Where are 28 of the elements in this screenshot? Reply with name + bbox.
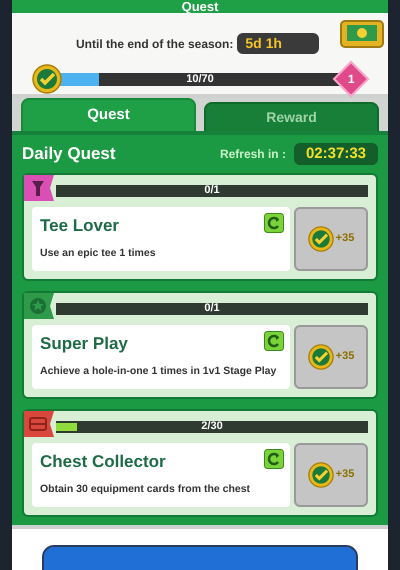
check-coin-icon xyxy=(308,344,334,370)
tier-badge: 1 xyxy=(332,60,370,98)
claim-button[interactable]: +35 xyxy=(294,324,368,388)
refresh-icon[interactable] xyxy=(264,330,284,350)
quest-description: Achieve a hole-in-one 1 times in 1v1 Stage Play xyxy=(40,364,278,379)
action-button[interactable] xyxy=(42,544,358,570)
quest-description: Use an epic tee 1 times xyxy=(40,246,157,261)
refresh-timer: 02:37:33 xyxy=(294,142,378,165)
section-title: Daily Quest xyxy=(22,143,116,165)
quest-title: Tee Lover xyxy=(40,214,120,236)
check-coin-icon xyxy=(32,64,62,94)
check-coin-icon xyxy=(308,226,334,252)
tab[interactable]: Reward xyxy=(204,102,379,131)
refresh-icon[interactable] xyxy=(264,448,284,468)
claim-button[interactable]: +35 xyxy=(294,442,368,506)
season-label: Until the end of the season: xyxy=(76,36,234,52)
quest-title: Chest Collector xyxy=(40,450,167,472)
refresh-label: Refresh in : xyxy=(220,146,286,163)
season-timer: 5d 1h xyxy=(237,33,320,54)
screen-title: Quest xyxy=(182,0,218,13)
progress-count: 10/70 xyxy=(186,72,214,87)
tab[interactable]: Quest xyxy=(21,98,196,131)
refresh-icon[interactable] xyxy=(264,212,284,232)
check-coin-icon xyxy=(308,462,334,488)
quest-title: Super Play xyxy=(40,332,129,354)
claim-button[interactable]: +35 xyxy=(294,206,368,270)
progress-count: 2/30 xyxy=(201,421,223,432)
quest-description: Obtain 30 equipment cards from the chest xyxy=(40,482,252,497)
